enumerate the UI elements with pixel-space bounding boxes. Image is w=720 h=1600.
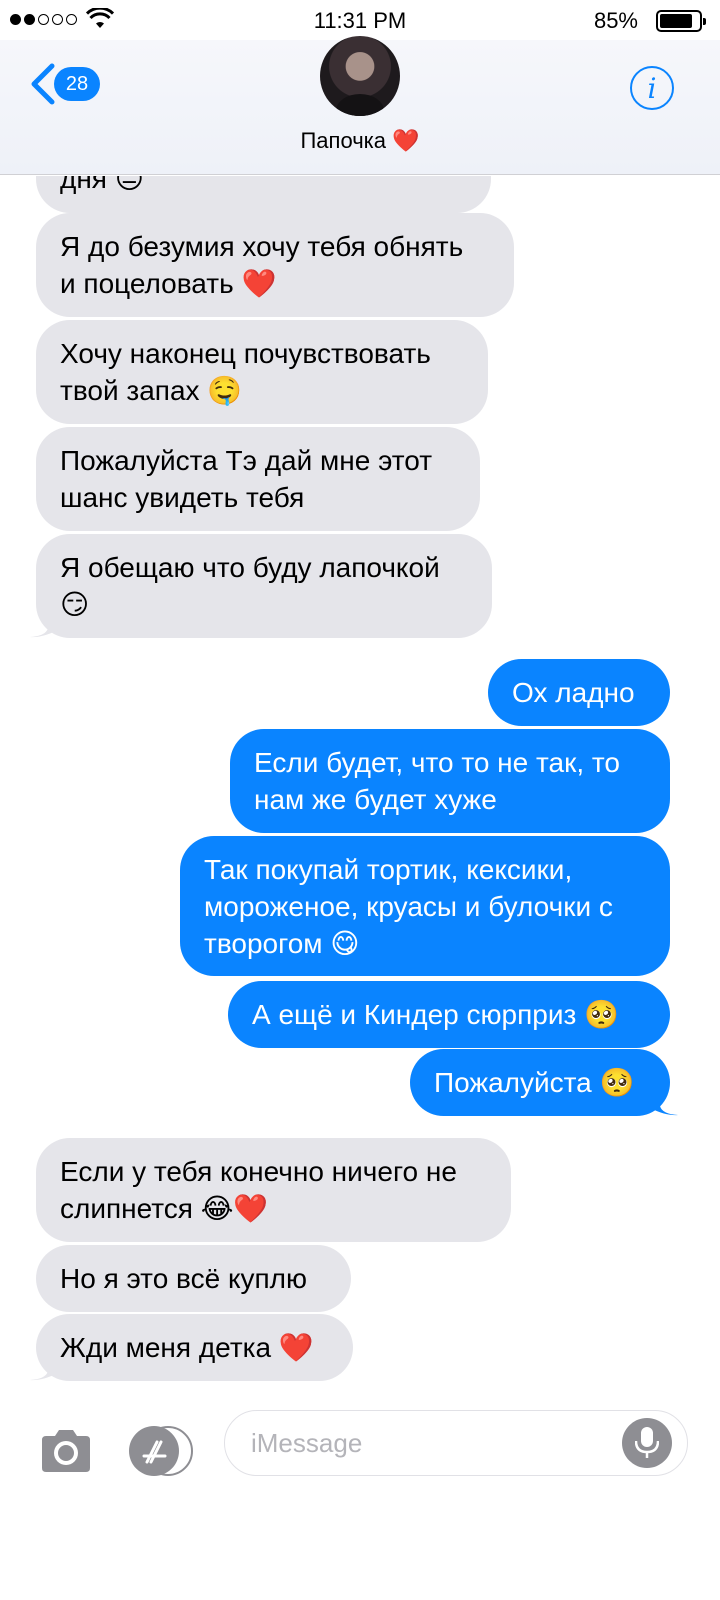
microphone-button[interactable]	[622, 1418, 672, 1468]
battery-percentage: 85%	[593, 8, 638, 33]
status-bar: 11:31 PM 85%	[0, 0, 720, 40]
incoming-message-bubble[interactable]: Если у тебя конечно ничего не слипнется …	[36, 1138, 511, 1242]
unread-count-badge: 28	[54, 67, 100, 101]
microphone-icon	[635, 1427, 659, 1458]
back-button[interactable]: 28	[28, 62, 100, 106]
bubble-tail	[30, 1351, 58, 1381]
incoming-message-bubble[interactable]: дня 😐	[36, 176, 491, 213]
contact-name[interactable]: Папочка ❤️	[0, 128, 720, 154]
contact-avatar[interactable]	[320, 36, 400, 116]
message-list: дня 😐 Я до безумия хочу тебя обнять и поц…	[0, 176, 720, 1410]
bubble-tail	[30, 608, 58, 638]
camera-icon[interactable]	[38, 1426, 94, 1476]
incoming-message-bubble[interactable]: Хочу наконец почувствовать твой запах 🤤	[36, 320, 488, 424]
app-store-icon[interactable]	[128, 1426, 194, 1476]
outgoing-message-bubble[interactable]: Так покупай тортик, кексики, мороженое, …	[180, 836, 670, 976]
outgoing-message-bubble[interactable]: Если будет, что то не так, то нам же буд…	[230, 729, 670, 833]
incoming-message-bubble[interactable]: Я обещаю что буду лапочкой 😏	[36, 534, 492, 638]
battery-icon	[656, 10, 706, 32]
incoming-message-bubble[interactable]: Но я это всё куплю	[36, 1245, 351, 1312]
incoming-message-bubble[interactable]: Я до безумия хочу тебя обнять и поцелова…	[36, 213, 514, 317]
bubble-tail	[650, 1086, 678, 1116]
outgoing-message-bubble[interactable]: А ещё и Киндер сюрприз 🥺	[228, 981, 670, 1048]
info-button[interactable]: i	[630, 66, 674, 110]
compose-bar: iMessage	[0, 1410, 720, 1520]
outgoing-message-bubble[interactable]: Пожалуйста 🥺	[410, 1049, 670, 1116]
conversation-header: 28 Папочка ❤️ i	[0, 36, 720, 175]
outgoing-message-bubble[interactable]: Ох ладно	[488, 659, 670, 726]
message-input[interactable]: iMessage	[224, 1410, 688, 1476]
incoming-message-bubble[interactable]: Пожалуйста Тэ дай мне этот шанс увидеть …	[36, 427, 480, 531]
incoming-message-bubble[interactable]: Жди меня детка ❤️	[36, 1314, 353, 1381]
